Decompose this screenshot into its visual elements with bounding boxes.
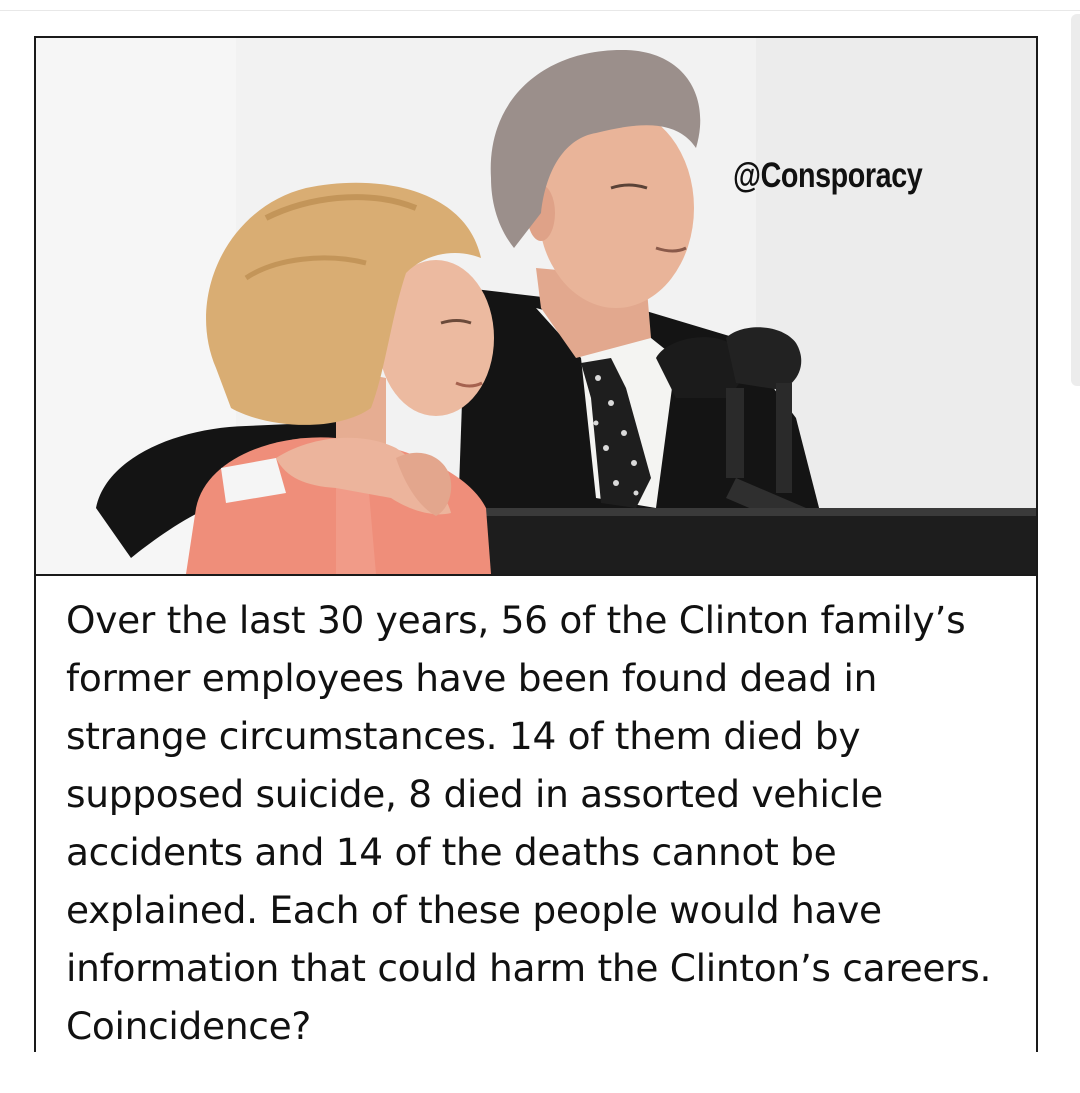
watermark-handle: @Consporacy [733,156,923,195]
photo-panel: @Consporacy [36,38,1036,576]
scroll-edge-tab[interactable] [1071,14,1080,386]
top-divider [0,10,1080,11]
meme-card: @Consporacy Over the last 30 years, 56 o… [34,36,1038,1052]
couple-at-podium-photo [36,38,1036,574]
meme-caption: Over the last 30 years, 56 of the Clinto… [66,598,992,1048]
